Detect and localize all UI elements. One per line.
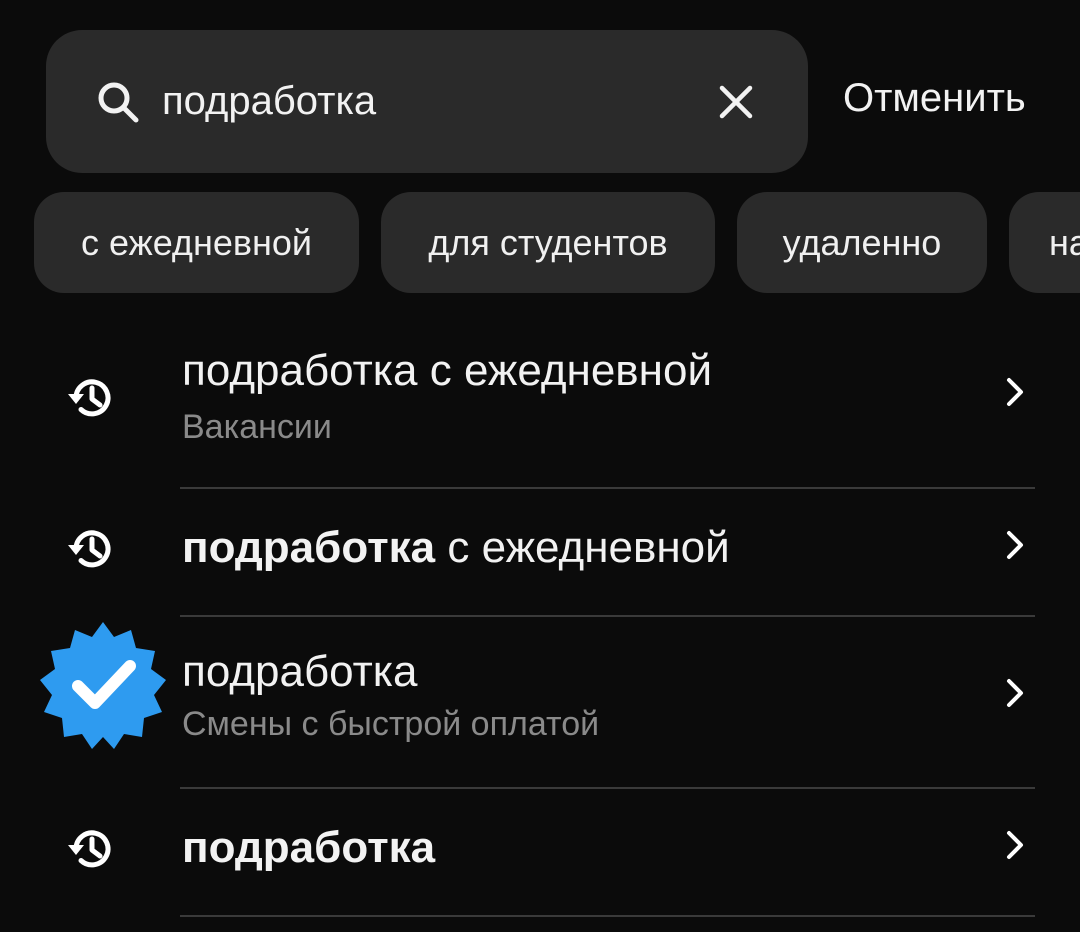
suggestion-subtitle: Вакансии [182, 408, 332, 446]
divider [180, 915, 1035, 917]
chevron-right-icon [1007, 531, 1023, 559]
suggestion-title: подработка [182, 823, 436, 872]
close-icon[interactable] [714, 80, 758, 124]
history-icon [68, 530, 111, 568]
history-icon [68, 830, 111, 868]
chip-daily-pay[interactable]: с ежедневной [34, 192, 359, 293]
chevron-right-icon [1007, 831, 1023, 859]
history-icon [68, 379, 111, 417]
search-screen: Отменить с ежедневной для студентов удал… [0, 0, 1080, 932]
suggestion-row[interactable]: подработка с ежедневной Вакансии [0, 330, 1080, 488]
chip-partial[interactable]: на [1009, 192, 1080, 293]
cancel-button[interactable]: Отменить [843, 76, 1026, 121]
chip-for-students[interactable]: для студентов [381, 192, 715, 293]
suggestion-title: подработка с ежедневной [182, 346, 713, 395]
suggestion-row[interactable]: подработка с ежедневной [0, 489, 1080, 616]
search-icon [98, 82, 139, 123]
chevron-right-icon [1007, 679, 1023, 707]
search-input[interactable] [162, 66, 682, 136]
chevron-right-icon [1007, 378, 1023, 406]
suggestion-title: подработка с ежедневной [182, 523, 730, 572]
verified-badge-icon [40, 622, 166, 749]
suggestion-subtitle: Смены с быстрой оплатой [182, 705, 600, 743]
suggestion-row[interactable]: подработка [0, 789, 1080, 916]
chip-remote[interactable]: удаленно [737, 192, 987, 293]
suggestion-title: подработка [182, 647, 418, 696]
